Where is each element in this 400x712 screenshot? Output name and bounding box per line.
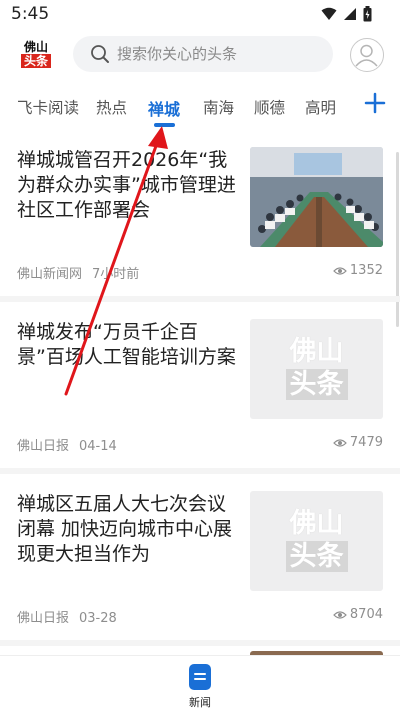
plus-icon[interactable] (364, 92, 386, 114)
logo-line2: 头条 (21, 54, 51, 68)
search-input[interactable] (117, 44, 317, 64)
news-meta: 佛山日报 04-14 (17, 435, 117, 454)
placeholder-logo: 佛山 头条 (250, 491, 383, 591)
eye-icon (333, 438, 347, 447)
active-tab-indicator (154, 123, 175, 127)
avatar-icon (355, 44, 378, 67)
tab-nanhai[interactable]: 南海 (203, 96, 234, 118)
tab-feika[interactable]: 飞卡阅读 (17, 96, 79, 118)
news-title: 禅城发布“万员千企百景”百场人工智能培训方案 (17, 321, 236, 368)
tab-gaoming[interactable]: 高明 (305, 96, 336, 118)
news-meta: 佛山日报 03-28 (17, 607, 117, 626)
status-bar: 5:45 (0, 0, 400, 30)
tab-hot[interactable]: 热点 (96, 96, 127, 118)
news-item[interactable]: 禅城区五届人大七次会议闭幕 加快迈向城市中心展现更大担当作为 佛山 头条 佛山日… (0, 474, 400, 640)
news-title: 禅城城管召开2026年“我为群众办实事”城市管理进社区工作部署会 (17, 149, 236, 221)
news-item[interactable]: 禅城城管召开2026年“我为群众办实事”城市管理进社区工作部署会 佛山新闻网 7… (0, 130, 400, 296)
news-views: 8704 (333, 607, 383, 622)
channel-tabs: 飞卡阅读 热点 禅城 南海 顺德 高明 (0, 82, 400, 130)
placeholder-logo-line2: 头条 (285, 369, 348, 400)
app-logo[interactable]: 佛山 头条 (21, 40, 51, 70)
avatar[interactable] (350, 38, 384, 72)
status-icons (321, 6, 372, 22)
battery-icon (363, 6, 372, 22)
nav-news[interactable]: 新闻 (182, 660, 218, 710)
view-count: 1352 (349, 263, 383, 278)
placeholder-logo-line1: 佛山 (289, 508, 344, 539)
signal-icon (344, 8, 356, 20)
news-time: 03-28 (79, 611, 117, 626)
placeholder-logo: 佛山 头条 (250, 319, 383, 419)
news-views: 1352 (333, 263, 383, 278)
bottom-nav: 新闻 (0, 655, 400, 712)
news-thumbnail (250, 147, 383, 247)
news-title: 禅城区五届人大七次会议闭幕 加快迈向城市中心展现更大担当作为 (17, 493, 233, 565)
tab-chancheng[interactable]: 禅城 (148, 96, 180, 120)
news-meta: 佛山新闻网 7小时前 (17, 263, 139, 282)
eye-icon (333, 610, 347, 619)
news-source: 佛山新闻网 (17, 267, 83, 282)
placeholder-logo-line2: 头条 (285, 541, 348, 572)
news-thumbnail: 佛山 头条 (250, 491, 383, 591)
search-bar[interactable] (73, 36, 333, 72)
news-thumbnail: 佛山 头条 (250, 319, 383, 419)
news-item[interactable]: 禅城发布“万员千企百景”百场人工智能培训方案 佛山 头条 佛山日报 04-14 7… (0, 302, 400, 468)
nav-news-label: 新闻 (189, 696, 211, 709)
news-source: 佛山日报 (17, 611, 70, 626)
meeting-photo (250, 147, 383, 247)
tab-shunde[interactable]: 顺德 (254, 96, 285, 118)
status-time: 5:45 (11, 4, 50, 24)
news-icon (189, 664, 211, 690)
news-time: 04-14 (79, 439, 117, 454)
news-views: 7479 (333, 435, 383, 450)
news-source: 佛山日报 (17, 439, 70, 454)
wifi-icon (321, 7, 337, 20)
header: 佛山 头条 (0, 30, 400, 82)
view-count: 8704 (349, 607, 383, 622)
logo-line1: 佛山 (23, 40, 48, 54)
divider (0, 640, 400, 646)
search-icon (91, 45, 109, 63)
placeholder-logo-line1: 佛山 (289, 336, 344, 367)
news-time: 7小时前 (92, 267, 140, 282)
view-count: 7479 (349, 435, 383, 450)
eye-icon (333, 266, 347, 275)
